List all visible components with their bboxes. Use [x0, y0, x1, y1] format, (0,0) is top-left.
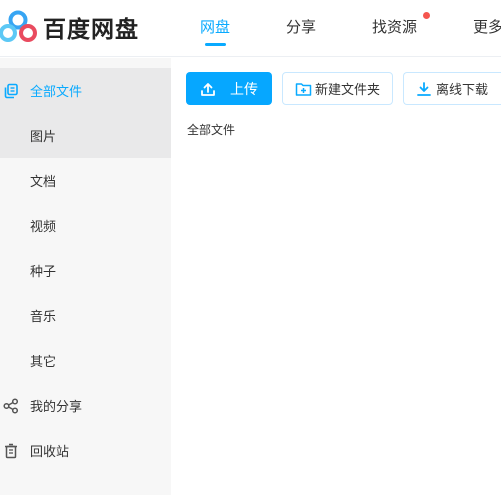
download-icon — [416, 81, 432, 97]
new-folder-button[interactable]: 新建文件夹 — [282, 72, 393, 105]
upload-icon — [200, 81, 216, 97]
baidu-cloud-logo-icon — [0, 10, 37, 42]
sidebar-item-label: 视频 — [30, 220, 57, 235]
sidebar-item-label: 种子 — [30, 265, 57, 280]
sidebar-item-torrents[interactable]: 种子 — [0, 248, 171, 293]
sidebar-item-label: 其它 — [30, 355, 57, 370]
sidebar-item-label: 文档 — [30, 175, 57, 190]
sidebar-item-all-files[interactable]: 全部文件 — [0, 68, 171, 113]
nav-active-underline — [205, 43, 226, 46]
nav-tab-share[interactable]: 分享 — [286, 16, 316, 37]
app-name: 百度网盘 — [43, 17, 139, 43]
share-icon — [2, 397, 20, 415]
sidebar-item-label: 回收站 — [30, 445, 70, 460]
sidebar-item-label: 我的分享 — [30, 400, 83, 415]
sidebar-item-images[interactable]: 图片 — [0, 113, 171, 158]
sidebar-item-videos[interactable]: 视频 — [0, 203, 171, 248]
sidebar: 全部文件 图片 文档 视频 种子 音乐 其它 我的分享 回收站 — [0, 58, 171, 495]
offline-download-button-label: 离线下载 — [436, 83, 489, 98]
sidebar-item-label: 音乐 — [30, 310, 57, 325]
main-content: 上传 新建文件夹 离线下载 全部文件 — [171, 58, 501, 495]
sidebar-item-label: 全部文件 — [30, 85, 83, 100]
offline-download-button[interactable]: 离线下载 — [403, 72, 501, 105]
sidebar-item-music[interactable]: 音乐 — [0, 293, 171, 338]
breadcrumb[interactable]: 全部文件 — [187, 121, 235, 138]
new-folder-icon — [295, 81, 312, 97]
sidebar-item-label: 图片 — [30, 130, 57, 145]
notification-dot — [423, 12, 430, 19]
baidu-netdisk-logo[interactable]: 百度网盘 — [0, 10, 139, 44]
upload-button[interactable]: 上传 — [186, 72, 272, 105]
upload-button-label: 上传 — [230, 81, 258, 98]
nav-tab-find-resources[interactable]: 找资源 — [372, 16, 417, 37]
sidebar-item-other[interactable]: 其它 — [0, 338, 171, 383]
sidebar-item-my-shares[interactable]: 我的分享 — [0, 383, 171, 428]
trash-icon — [2, 442, 20, 460]
top-header: 百度网盘 网盘 分享 找资源 更多 — [0, 0, 501, 57]
nav-tab-more[interactable]: 更多 — [473, 16, 501, 37]
new-folder-button-label: 新建文件夹 — [315, 83, 381, 98]
sidebar-item-documents[interactable]: 文档 — [0, 158, 171, 203]
nav-tab-netdisk[interactable]: 网盘 — [200, 16, 230, 37]
copy-icon — [2, 82, 20, 100]
sidebar-item-recycle-bin[interactable]: 回收站 — [0, 428, 171, 473]
